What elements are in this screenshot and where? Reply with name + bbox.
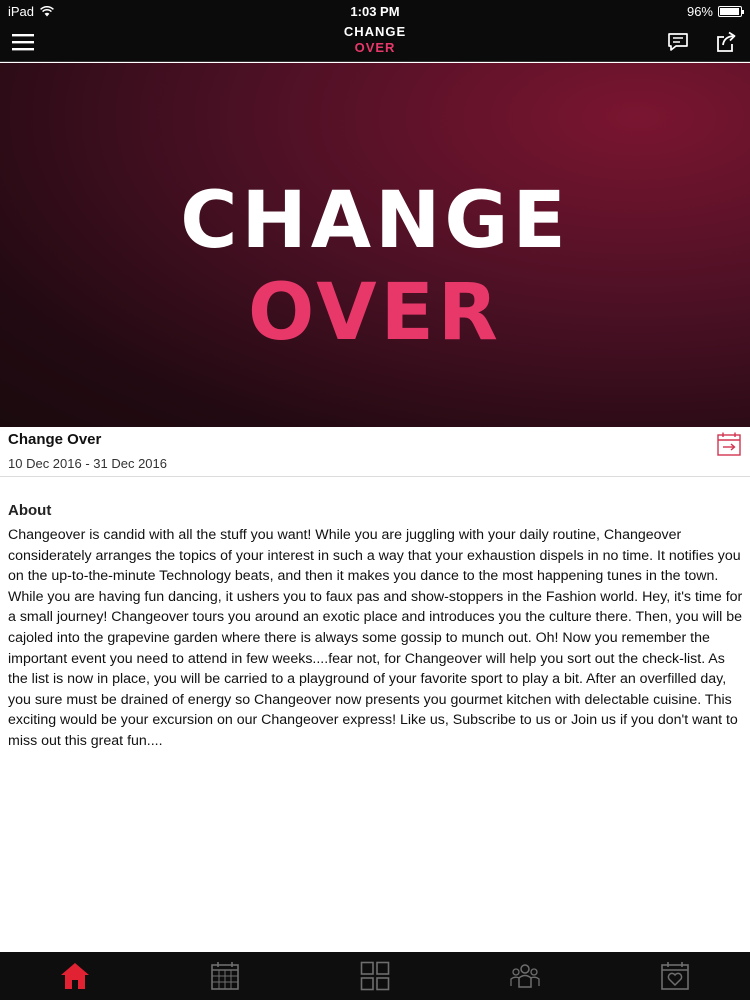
event-header: Change Over 10 Dec 2016 - 31 Dec 2016 — [0, 427, 750, 477]
comment-button[interactable] — [666, 30, 690, 54]
event-title: Change Over — [8, 431, 102, 448]
share-icon — [717, 31, 736, 52]
calendar-icon — [211, 962, 239, 990]
status-time: 1:03 PM — [350, 4, 400, 19]
home-icon — [61, 963, 89, 989]
tab-home[interactable] — [0, 952, 150, 1000]
grid-icon — [360, 961, 390, 991]
battery-fill — [720, 8, 740, 15]
share-button[interactable] — [714, 30, 738, 54]
nav-logo-line2: OVER — [354, 40, 396, 55]
hero-logo-line2: OVER — [248, 268, 502, 358]
tab-grid[interactable] — [300, 952, 450, 1000]
people-icon — [510, 964, 540, 988]
battery-icon — [718, 6, 744, 17]
about-section: About Changeover is candid with all the … — [8, 502, 744, 752]
calendar-add-icon — [717, 432, 741, 456]
nav-logo-line1: CHANGE — [343, 24, 407, 39]
heart-calendar-icon — [661, 962, 689, 990]
tab-favorites[interactable] — [600, 952, 750, 1000]
battery-percent: 96% — [686, 4, 713, 19]
nav-bar: CHANGE OVER — [0, 22, 750, 62]
about-text: Changeover is candid with all the stuff … — [8, 527, 743, 749]
tab-people[interactable] — [450, 952, 600, 1000]
tab-bar — [0, 952, 750, 1000]
hero-banner: CHANGE OVER — [0, 63, 750, 427]
tab-calendar[interactable] — [150, 952, 300, 1000]
comment-icon — [668, 33, 688, 51]
nav-logo: CHANGE OVER — [0, 24, 750, 56]
about-heading: About — [8, 502, 52, 519]
hero-logo-line1: CHANGE — [180, 176, 570, 266]
status-bar: iPad 1:03 PM 96% — [0, 0, 750, 22]
event-dates: 10 Dec 2016 - 31 Dec 2016 — [8, 456, 167, 471]
add-to-calendar-button[interactable] — [716, 431, 742, 457]
hero-logo: CHANGE OVER — [0, 175, 750, 359]
